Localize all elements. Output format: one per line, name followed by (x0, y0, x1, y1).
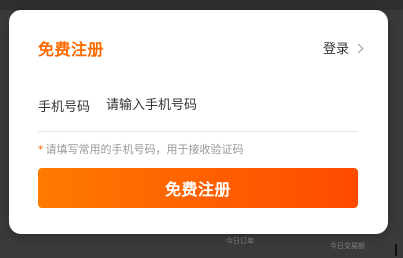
phone-input[interactable] (106, 95, 346, 115)
phone-divider (38, 131, 358, 132)
background-topbar (0, 0, 403, 10)
register-button-label: 免费注册 (164, 180, 231, 199)
phone-label: 手机号码 (38, 99, 91, 115)
phone-hint: * 请填写常用的手机号码，用于接收验证码 (38, 141, 244, 157)
login-label: 登录 (322, 42, 349, 57)
required-star: * (38, 143, 44, 156)
register-button[interactable]: 免费注册 (38, 168, 358, 208)
login-link[interactable]: 登录 (322, 38, 364, 57)
registration-modal: 免费注册 登录 手机号码 *请填写常用的手机号码，用于接收验证码 免费注册 (9, 10, 388, 234)
modal-title: 免费注册 (38, 40, 105, 59)
chevron-right-icon (353, 43, 364, 53)
phone-row: 手机号码 (38, 94, 358, 116)
phone-hint-text: 请填写常用的手机号码，用于接收验证码 (45, 143, 244, 156)
